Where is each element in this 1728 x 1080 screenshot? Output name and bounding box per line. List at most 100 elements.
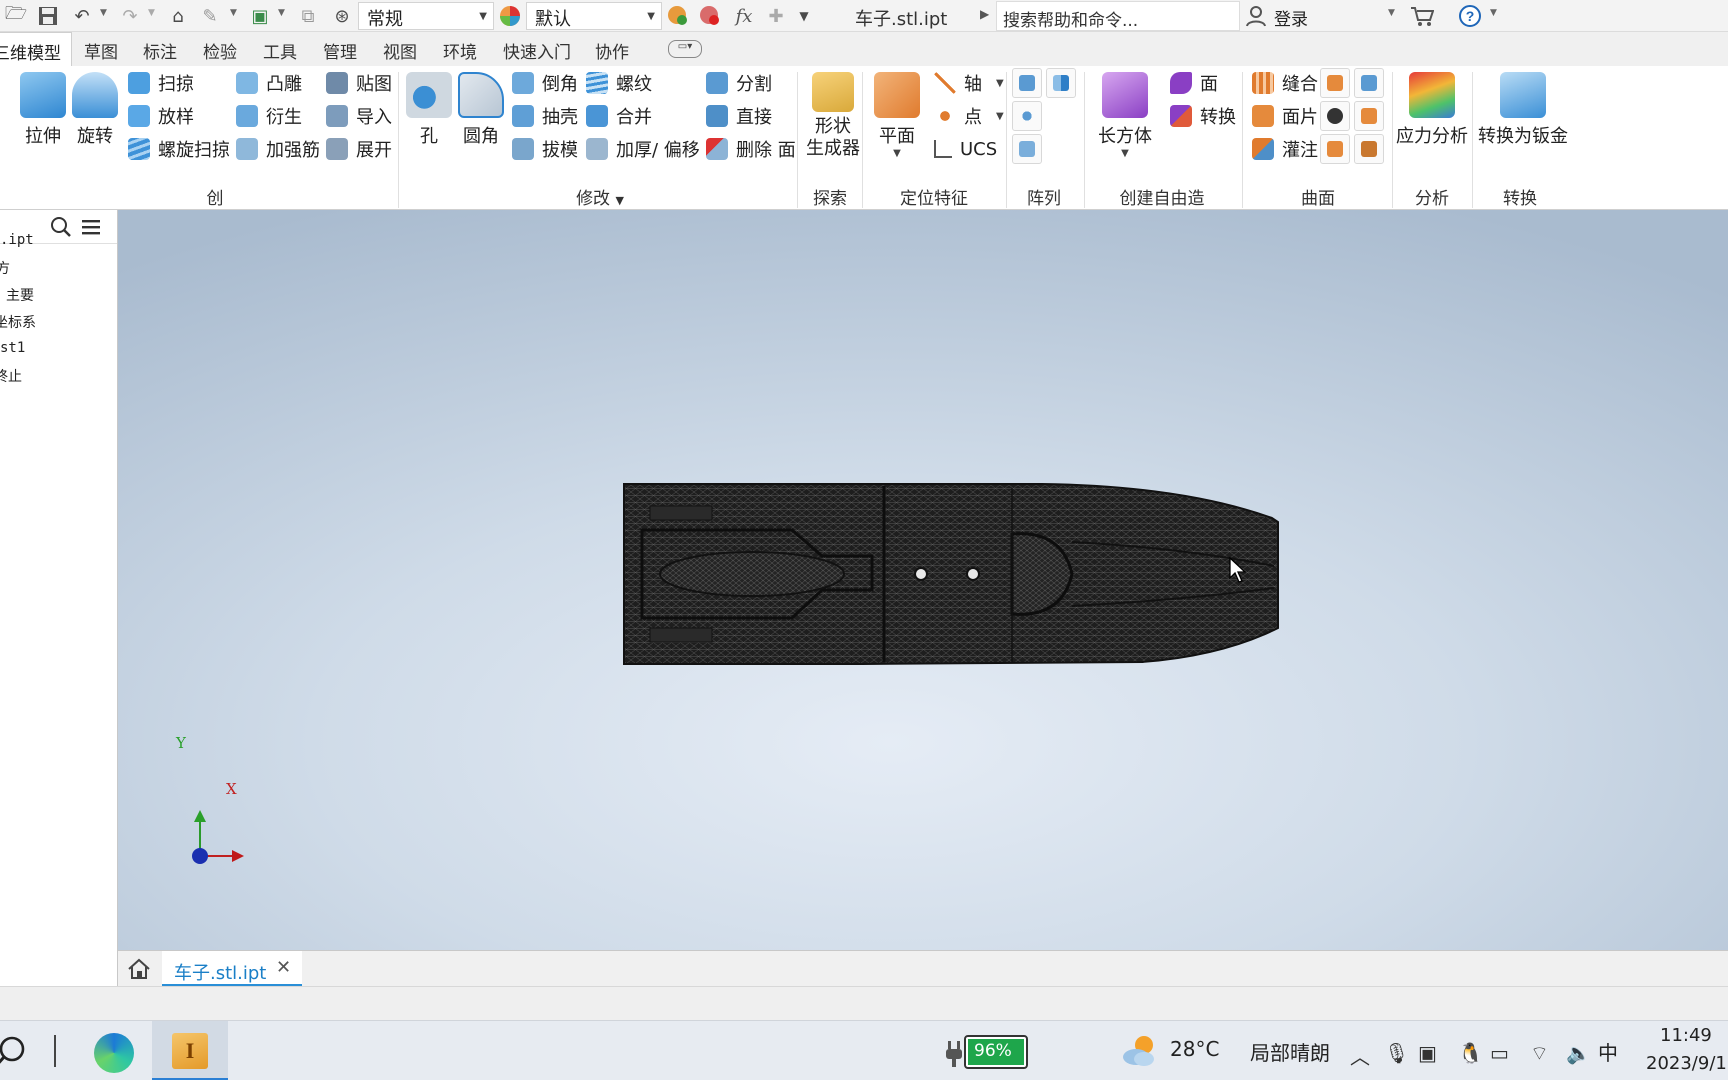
stress-analysis-button[interactable]: 应力分析 xyxy=(1396,72,1468,148)
search-icon[interactable] xyxy=(50,216,72,242)
tab-3d-model[interactable]: 三维模型 xyxy=(0,32,72,66)
plane-button[interactable]: 平面 ▼ xyxy=(874,72,920,159)
tree-item-origin[interactable]: 坐标系 xyxy=(0,312,36,332)
tab-inspect[interactable]: 检验 xyxy=(203,38,237,63)
undo-dropdown-icon[interactable]: ▼ xyxy=(100,8,107,18)
axis-button[interactable]: 轴 ▼ xyxy=(934,68,1004,98)
shell-button[interactable]: 抽壳 xyxy=(512,101,578,131)
inventor-taskbar-button[interactable]: I xyxy=(152,1021,228,1080)
wifi-icon[interactable]: ⌔ xyxy=(1530,1041,1549,1066)
volume-icon[interactable]: 🔈 xyxy=(1566,1041,1591,1065)
mirror-button[interactable] xyxy=(1046,68,1076,98)
import-button[interactable]: 导入 xyxy=(326,101,392,131)
battery-tray-icon[interactable]: ▭ xyxy=(1490,1041,1509,1065)
unwrap-button[interactable]: 展开 xyxy=(326,134,392,164)
split-button[interactable]: 分割 xyxy=(706,68,772,98)
tab-sketch[interactable]: 草图 xyxy=(84,38,118,63)
freeform-box-button[interactable]: 长方体 ▼ xyxy=(1098,72,1152,159)
edge-browser-icon[interactable] xyxy=(94,1033,134,1073)
convert-to-sheet-metal-button[interactable]: 转换为钣金 xyxy=(1478,72,1568,148)
tab-tools[interactable]: 工具 xyxy=(263,38,297,63)
redo-dropdown-icon[interactable]: ▼ xyxy=(148,8,155,18)
weather-partly-sunny-icon[interactable] xyxy=(1122,1033,1158,1069)
tab-view[interactable]: 视图 xyxy=(383,38,417,63)
tab-get-started[interactable]: 快速入门 xyxy=(503,38,571,63)
display-icon[interactable]: ▣ xyxy=(1418,1041,1437,1065)
material-select[interactable]: 默认 ▼ xyxy=(526,2,662,30)
return-dropdown-icon[interactable]: ▼ xyxy=(278,8,285,18)
extrude-button[interactable]: 拉伸 xyxy=(20,72,66,148)
battery-indicator[interactable]: 96% xyxy=(964,1035,1028,1069)
repair-bodies-button[interactable] xyxy=(1320,134,1350,164)
sculpt-button[interactable]: 灌注 xyxy=(1252,134,1318,164)
delete-face-button[interactable]: 删除 面 xyxy=(706,134,796,164)
hole-button[interactable]: 孔 xyxy=(406,72,452,148)
input-method-indicator[interactable]: 中 xyxy=(1598,1037,1618,1066)
document-tab[interactable]: 车子.stl.ipt ✕ xyxy=(162,951,302,987)
freeform-face-button[interactable]: 面 xyxy=(1170,68,1218,98)
close-icon[interactable]: ✕ xyxy=(276,957,291,978)
sketch-dropdown-icon[interactable]: ▼ xyxy=(230,8,237,18)
cart-icon[interactable] xyxy=(1410,4,1434,28)
stitch-button[interactable]: 缝合 xyxy=(1252,68,1318,98)
decal-button[interactable]: 贴图 xyxy=(326,68,392,98)
customize-dropdown-icon[interactable]: ▼ xyxy=(792,4,816,28)
derive-button[interactable]: 衍生 xyxy=(236,101,302,131)
return-icon[interactable]: ▣ xyxy=(248,4,272,28)
ruled-surface-button[interactable] xyxy=(1320,68,1350,98)
fit-mesh-button[interactable] xyxy=(1354,134,1384,164)
user-icon[interactable] xyxy=(1244,4,1268,28)
home-icon[interactable]: ⌂ xyxy=(166,4,190,28)
coil-button[interactable]: 螺旋扫掠 xyxy=(128,134,230,164)
thicken-offset-button[interactable]: 加厚/ 偏移 xyxy=(586,134,700,164)
chevron-up-icon[interactable]: ︿ xyxy=(1350,1041,1370,1070)
tree-item-primary[interactable]: 主要 xyxy=(6,285,34,305)
ucs-button[interactable]: UCS xyxy=(934,134,997,164)
emboss-button[interactable]: 凸雕 xyxy=(236,68,302,98)
replace-face-button[interactable] xyxy=(1354,101,1384,131)
update-icon[interactable]: ⧉ xyxy=(296,4,320,28)
combine-button[interactable]: 合并 xyxy=(586,101,652,131)
open-folder-icon[interactable]: 🗁 xyxy=(4,3,28,28)
sketch-icon[interactable]: ✎ xyxy=(198,4,222,28)
clock-date[interactable]: 2023/9/1 xyxy=(1646,1053,1727,1074)
freeform-convert-button[interactable]: 转换 xyxy=(1170,101,1236,131)
sketch-pattern-button[interactable] xyxy=(1012,134,1042,164)
clear-appearance-icon[interactable] xyxy=(698,4,722,28)
chamfer-button[interactable]: 倒角 xyxy=(512,68,578,98)
login-dropdown-icon[interactable]: ▼ xyxy=(1388,8,1395,18)
shape-generator-button[interactable]: 形状 生成器 xyxy=(806,72,860,160)
color-wheel-icon[interactable] xyxy=(498,4,522,28)
tree-item-root[interactable]: .ipt xyxy=(0,232,34,248)
loft-button[interactable]: 放样 xyxy=(128,101,194,131)
save-icon[interactable] xyxy=(36,4,60,28)
weather-temperature[interactable]: 28°C xyxy=(1170,1037,1219,1061)
modify-group-label[interactable]: 修改 ▼ xyxy=(572,184,628,209)
redo-icon[interactable]: ↷ xyxy=(118,4,142,28)
undo-icon[interactable]: ↶ xyxy=(70,4,94,28)
login-label[interactable]: 登录 xyxy=(1274,5,1308,30)
chevron-right-icon[interactable]: ▶ xyxy=(980,7,989,21)
help-icon[interactable]: ? xyxy=(1458,4,1482,28)
tree-item-mesh[interactable]: st1 xyxy=(0,340,25,356)
graphics-viewport[interactable]: Y X xyxy=(118,210,1728,950)
direct-edit-button[interactable]: 直接 xyxy=(706,101,772,131)
weather-condition[interactable]: 局部晴朗 xyxy=(1250,1037,1330,1066)
tree-item-end-of-part[interactable]: 终止 xyxy=(0,366,22,386)
microphone-icon[interactable]: 🎙 xyxy=(1384,1041,1409,1065)
clock-time[interactable]: 11:49 xyxy=(1660,1025,1712,1046)
ribbon-display-toggle-icon[interactable]: ▭▾ xyxy=(668,40,702,58)
appearance-select[interactable]: 常规 ▼ xyxy=(358,2,494,30)
home-icon[interactable] xyxy=(126,956,152,982)
power-plug-icon[interactable] xyxy=(944,1039,964,1069)
draft-button[interactable]: 拔模 xyxy=(512,134,578,164)
circular-pattern-button[interactable] xyxy=(1012,101,1042,131)
search-input[interactable]: 搜索帮助和命令... xyxy=(996,1,1240,31)
rectangular-pattern-button[interactable] xyxy=(1012,68,1042,98)
tree-item-representations[interactable]: 方 xyxy=(0,258,10,278)
patch-button[interactable]: 面片 xyxy=(1252,101,1318,131)
tab-manage[interactable]: 管理 xyxy=(323,38,357,63)
extend-button[interactable] xyxy=(1354,68,1384,98)
thread-button[interactable]: 螺纹 xyxy=(586,68,652,98)
menu-icon[interactable] xyxy=(80,216,102,242)
